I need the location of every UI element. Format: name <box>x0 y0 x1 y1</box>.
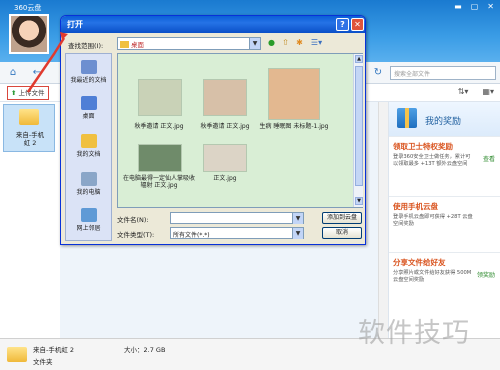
folder-icon <box>7 347 27 362</box>
file-thumbnail[interactable] <box>138 79 182 116</box>
place-documents[interactable]: 我的文档 <box>66 134 111 158</box>
place-label: 网上邻居 <box>76 225 101 232</box>
place-label: 我的电脑 <box>76 189 101 196</box>
scroll-thumb[interactable] <box>355 66 363 186</box>
new-folder-icon[interactable]: ✱ <box>294 37 305 49</box>
place-desktop[interactable]: 桌面 <box>66 96 111 120</box>
close-icon[interactable]: ✕ <box>487 2 494 11</box>
reward-section-title[interactable]: 分享文件给好友 <box>393 257 446 268</box>
dialog-title: 打开 <box>67 20 83 29</box>
up-folder-icon[interactable]: ⇧ <box>280 37 291 49</box>
upload-icon: ⬆ <box>11 89 17 97</box>
maximize-icon[interactable]: ▢ <box>471 2 479 11</box>
reward-section-title[interactable]: 使用手机云盘 <box>393 201 438 212</box>
file-name[interactable]: 秋季邀请 正文.jpg <box>190 123 260 130</box>
home-icon[interactable]: ⌂ <box>4 65 22 81</box>
file-view: 秋季邀请 正文.jpg 秋季邀请 正文.jpg 生病 睡眠图 未标题-1.jpg… <box>117 53 363 208</box>
file-name[interactable]: 在电脑最得一定仙人掌吸收辐射 正文.jpg <box>122 175 196 189</box>
dialog-nav-toolbar: ● ⇧ ✱ ☰▾ <box>266 37 325 49</box>
place-label: 桌面 <box>82 113 95 120</box>
scroll-up-icon[interactable]: ▲ <box>355 55 363 63</box>
reward-section-title[interactable]: 领取卫士特权奖励 <box>393 141 453 152</box>
reward-view-link[interactable]: 查看 <box>483 154 495 163</box>
detail-type: 文件夹 <box>33 358 53 366</box>
reward-section-desc: 分享照片或文件给好友获得 500M 云盘空间奖励 <box>393 270 472 283</box>
my-documents-icon <box>80 134 97 148</box>
network-icon <box>80 208 97 222</box>
filename-label: 文件名(N): <box>117 216 149 224</box>
add-to-cloud-button[interactable]: 添加到云盘 <box>322 212 362 224</box>
dialog-titlebar[interactable]: 打开 ? ✕ <box>61 16 365 33</box>
back-icon[interactable]: ← <box>28 65 46 81</box>
look-in-select[interactable]: 桌面 ▼ <box>117 37 261 50</box>
chevron-down-icon[interactable]: ▼ <box>249 38 260 49</box>
detail-name: 来自-手机虹 2 <box>33 346 75 354</box>
file-list-scrollbar[interactable] <box>378 102 388 338</box>
cancel-button[interactable]: 取消 <box>322 227 362 239</box>
detail-size: 大小：2.7 GB <box>124 346 166 354</box>
chevron-down-icon[interactable]: ▼ <box>292 228 303 239</box>
place-network[interactable]: 网上邻居 <box>66 208 111 232</box>
reward-section: 使用手机云盘 登录手机云盘即可获得 +28T 云盘空间奖励 <box>389 196 500 252</box>
reward-claim-link[interactable]: 领奖励 <box>477 270 495 279</box>
back-icon[interactable]: ● <box>266 37 277 49</box>
grid-view-icon[interactable]: ▦▾ <box>482 87 494 96</box>
place-computer[interactable]: 我的电脑 <box>66 172 111 196</box>
place-label: 我最近的文档 <box>70 77 107 84</box>
reward-panel: 我的奖励 领取卫士特权奖励 登录360安全卫士做任务，累计可以领取最多 +13T… <box>388 102 500 338</box>
upload-label: 上传文件 <box>18 89 45 97</box>
reward-header: 我的奖励 <box>389 102 500 136</box>
desktop-icon <box>80 96 97 110</box>
reward-section-desc: 登录手机云盘即可获得 +28T 云盘空间奖励 <box>393 214 473 227</box>
file-name[interactable]: 秋季邀请 正文.jpg <box>124 123 194 130</box>
file-name[interactable]: 正文.jpg <box>190 175 260 182</box>
open-file-dialog: 打开 ? ✕ 查找范围(I): 桌面 ▼ ● ⇧ ✱ ☰▾ 我最近的文档 桌面 … <box>60 15 366 245</box>
folder-icon <box>120 41 129 48</box>
watermark: 软件技巧 <box>358 318 470 349</box>
close-button[interactable]: ✕ <box>351 18 364 31</box>
chevron-down-icon[interactable]: ▼ <box>292 213 303 224</box>
scroll-down-icon[interactable]: ▼ <box>355 197 363 205</box>
filetype-value: 所有文件(*.*) <box>173 232 210 239</box>
places-bar: 我最近的文档 桌面 我的文档 我的电脑 网上邻居 <box>65 53 112 241</box>
file-view-scrollbar[interactable]: ▲ ▼ <box>353 54 363 207</box>
view-menu-icon[interactable]: ☰▾ <box>308 37 325 49</box>
reward-section-desc: 登录360安全卫士做任务，累计可以领取最多 +13T 额外云盘空间 <box>393 154 471 167</box>
upload-button[interactable]: ⬆ 上传文件 <box>7 86 49 100</box>
place-label: 我的文档 <box>76 151 101 158</box>
app-title: 360云盘 <box>14 4 42 12</box>
help-button[interactable]: ? <box>336 18 349 31</box>
file-thumbnail[interactable] <box>203 79 247 116</box>
my-computer-icon <box>80 172 97 186</box>
folder-label: 来自-手机 虹 2 <box>15 131 45 147</box>
file-thumbnail[interactable] <box>203 144 247 172</box>
window-controls: ▬ ▢ ✕ <box>454 2 494 11</box>
look-in-label: 查找范围(I): <box>68 42 104 50</box>
filetype-label: 文件类型(T): <box>117 231 155 239</box>
file-thumbnail[interactable] <box>268 68 320 120</box>
refresh-icon[interactable]: ↻ <box>371 66 385 80</box>
reward-section: 分享文件给好友 分享照片或文件给好友获得 500M 云盘空间奖励 领奖励 <box>389 252 500 312</box>
user-avatar[interactable] <box>9 14 49 54</box>
filetype-select[interactable]: 所有文件(*.*) ▼ <box>170 227 304 239</box>
reward-section: 领取卫士特权奖励 登录360安全卫士做任务，累计可以领取最多 +13T 额外云盘… <box>389 136 500 196</box>
filename-input[interactable]: ▼ <box>170 212 304 224</box>
look-in-value: 桌面 <box>131 41 144 49</box>
sort-icon[interactable]: ⇅▾ <box>458 87 469 96</box>
file-list-area: 来自-手机 虹 2 <box>0 102 60 338</box>
place-recent[interactable]: 我最近的文档 <box>66 60 111 84</box>
file-name[interactable]: 生病 睡眠图 未标题-1.jpg <box>258 123 330 130</box>
view-options: ⇅▾ ▦▾ <box>458 87 494 96</box>
reward-title: 我的奖励 <box>425 117 462 127</box>
recent-docs-icon <box>80 60 97 74</box>
gift-icon <box>397 108 417 128</box>
minimize-icon[interactable]: ▬ <box>454 2 462 11</box>
search-input[interactable]: 搜索全部文件 <box>390 66 496 80</box>
folder-item[interactable]: 来自-手机 虹 2 <box>3 104 55 152</box>
folder-icon <box>19 109 39 125</box>
file-thumbnail[interactable] <box>138 144 182 172</box>
